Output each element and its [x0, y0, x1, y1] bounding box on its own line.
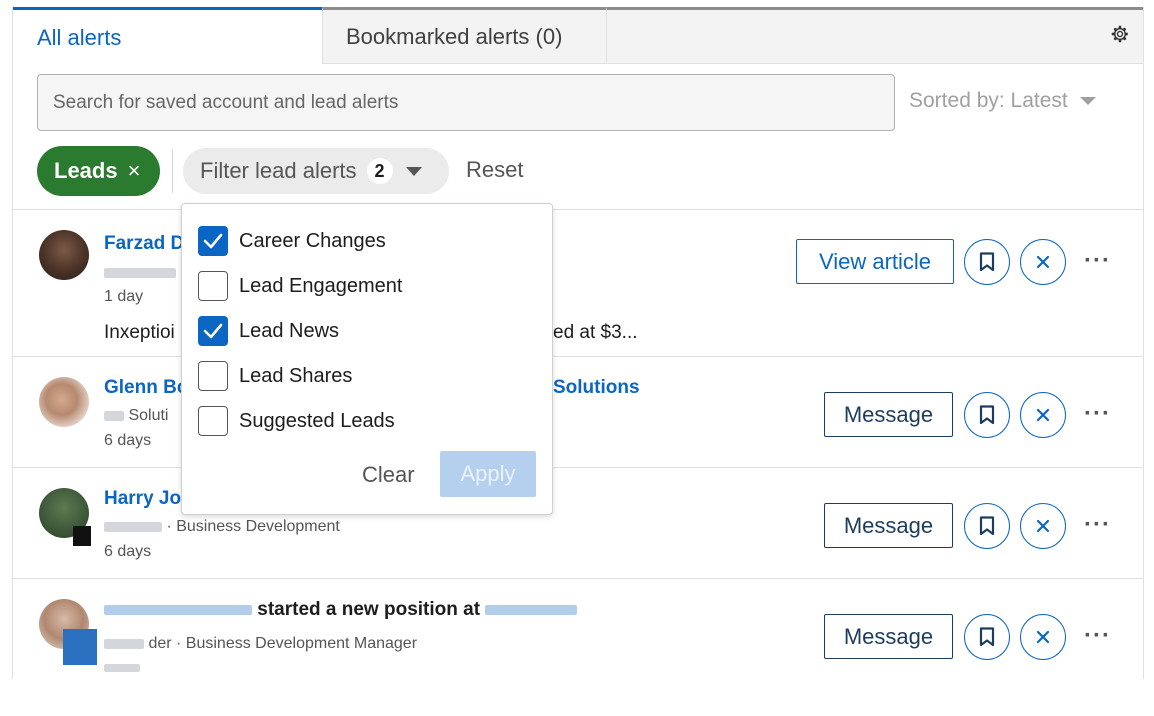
search-placeholder: Search for saved account and lead alerts — [53, 91, 399, 113]
clear-button[interactable]: Clear — [362, 462, 415, 488]
view-article-button[interactable]: View article — [796, 239, 954, 284]
more-options-icon[interactable]: ··· — [1084, 622, 1111, 650]
lead-name-link[interactable]: Harry Jo — [104, 488, 181, 510]
alert-time — [104, 659, 140, 677]
filter-option-lead-shares[interactable]: Lead Shares — [198, 361, 352, 391]
close-icon — [1036, 519, 1050, 533]
message-button[interactable]: Message — [824, 503, 953, 548]
checkbox[interactable] — [198, 316, 228, 346]
lead-subtitle-text: · Business Development — [166, 518, 340, 535]
filter-option-label: Lead News — [239, 319, 340, 342]
alert-snippet-start: Inxeptioi — [104, 322, 175, 343]
apply-button[interactable]: Apply — [440, 451, 536, 497]
reset-button[interactable]: Reset — [466, 157, 523, 183]
company-logo — [63, 629, 97, 665]
avatar[interactable] — [39, 230, 89, 280]
filter-option-lead-engagement[interactable]: Lead Engagement — [198, 271, 402, 301]
redacted-text — [104, 267, 176, 278]
company-logo — [73, 526, 91, 546]
sort-label: Sorted by: Latest — [909, 89, 1068, 112]
tab-bookmarked-alerts[interactable]: Bookmarked alerts (0) — [322, 7, 607, 64]
filter-option-label: Lead Shares — [239, 364, 353, 387]
filter-option-career-changes[interactable]: Career Changes — [198, 226, 386, 256]
redacted-text — [104, 663, 140, 672]
alert-time: 1 day — [104, 288, 144, 305]
alert-time: 6 days — [104, 543, 152, 560]
message-button[interactable]: Message — [824, 614, 953, 659]
filter-option-lead-news[interactable]: Lead News — [198, 316, 339, 346]
more-options-icon[interactable]: ··· — [1084, 247, 1111, 275]
alert-headline: started a new position at — [104, 599, 578, 621]
checkbox[interactable] — [198, 361, 228, 391]
lead-name-link[interactable]: Farzad D — [104, 233, 184, 255]
filter-lead-alerts-button[interactable]: Filter lead alerts 2 — [183, 148, 449, 194]
caret-down-icon — [1079, 97, 1096, 105]
caret-down-icon — [405, 166, 422, 176]
redacted-lead-name[interactable] — [104, 604, 252, 615]
tab-all-alerts[interactable]: All alerts — [13, 7, 322, 65]
bookmark-icon — [979, 516, 995, 536]
dismiss-button[interactable] — [1020, 614, 1066, 660]
bookmark-icon — [979, 252, 995, 272]
gear-icon[interactable] — [1109, 23, 1131, 45]
lead-subtitle-text: Soluti — [128, 407, 169, 424]
dismiss-button[interactable] — [1020, 239, 1066, 285]
dismiss-button[interactable] — [1020, 392, 1066, 438]
lead-name-link[interactable]: Glenn Bc — [104, 377, 187, 399]
close-icon — [1036, 630, 1050, 644]
filter-divider — [172, 149, 173, 193]
tab-bar-top-border — [607, 7, 1143, 10]
avatar[interactable] — [39, 377, 89, 427]
checkbox[interactable] — [198, 271, 228, 301]
close-icon — [1036, 408, 1050, 422]
redacted-text — [104, 638, 144, 649]
redacted-company-name[interactable] — [485, 604, 578, 615]
alert-headline-text: started a new position at — [257, 599, 481, 620]
bookmark-button[interactable] — [964, 503, 1010, 549]
filter-label: Filter lead alerts — [200, 158, 357, 183]
redacted-text — [104, 410, 124, 421]
bookmark-button[interactable] — [964, 239, 1010, 285]
leads-chip-label: Leads — [54, 158, 118, 183]
company-name-link[interactable]: Solutions — [553, 377, 640, 399]
filter-count-badge: 2 — [366, 158, 393, 184]
bookmark-icon — [979, 627, 995, 647]
tab-bar: All alerts Bookmarked alerts (0) — [13, 7, 1143, 65]
check-icon — [203, 233, 223, 249]
alert-snippet-end: ed at $3... — [553, 322, 638, 343]
close-icon[interactable]: × — [128, 158, 141, 184]
more-options-icon[interactable]: ··· — [1084, 511, 1111, 539]
alert-row: started a new position at der · Business… — [13, 579, 1143, 679]
lead-subtitle-text: der · Business Development Manager — [148, 635, 418, 652]
checkbox[interactable] — [198, 226, 228, 256]
filter-option-label: Suggested Leads — [239, 409, 395, 432]
bookmark-icon — [979, 405, 995, 425]
bookmark-button[interactable] — [964, 614, 1010, 660]
filter-option-label: Career Changes — [239, 229, 386, 252]
checkbox[interactable] — [198, 406, 228, 436]
check-icon — [203, 323, 223, 339]
lead-subtitle: Soluti — [104, 407, 168, 425]
message-button[interactable]: Message — [824, 392, 953, 437]
more-options-icon[interactable]: ··· — [1084, 400, 1111, 428]
dismiss-button[interactable] — [1020, 503, 1066, 549]
lead-subtitle: der · Business Development Manager — [104, 635, 417, 653]
filter-option-label: Lead Engagement — [239, 274, 403, 297]
lead-subtitle: · Business Development — [104, 518, 340, 536]
filter-lead-alerts-dropdown: Career Changes Lead Engagement Lead News… — [181, 203, 553, 515]
filter-option-suggested-leads[interactable]: Suggested Leads — [198, 406, 395, 436]
close-icon — [1036, 255, 1050, 269]
bookmark-button[interactable] — [964, 392, 1010, 438]
leads-filter-chip[interactable]: Leads × — [37, 146, 160, 196]
alert-time: 6 days — [104, 432, 152, 449]
lead-subtitle — [104, 264, 176, 282]
redacted-text — [104, 521, 162, 532]
search-input[interactable]: Search for saved account and lead alerts — [37, 74, 895, 131]
sort-dropdown[interactable]: Sorted by: Latest — [909, 89, 1096, 113]
